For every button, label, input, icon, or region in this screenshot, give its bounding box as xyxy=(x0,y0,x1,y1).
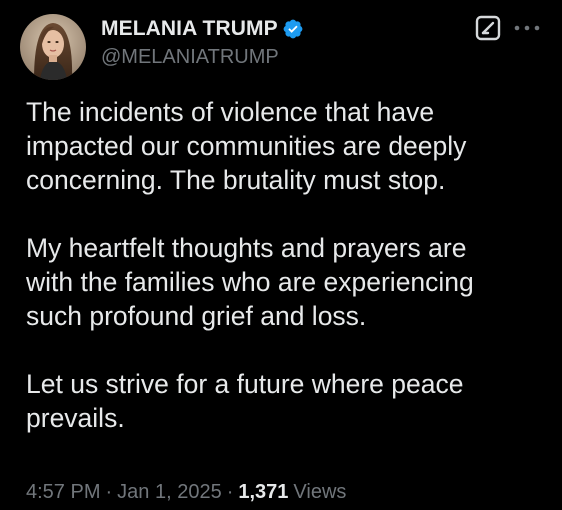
verified-badge-icon xyxy=(283,19,303,39)
display-name[interactable]: MELANIA TRUMP xyxy=(101,17,278,41)
tweet-text: The incidents of violence that have impa… xyxy=(26,95,546,435)
tweet-paragraph: Let us strive for a future where peace p… xyxy=(26,369,464,433)
grok-icon xyxy=(475,15,501,41)
tweet-date[interactable]: Jan 1, 2025 xyxy=(117,481,222,504)
profile-photo-icon xyxy=(20,14,86,80)
tweet-meta: 4:57 PM · Jan 1, 2025 · 1,371 Views xyxy=(26,481,346,504)
tweet-time[interactable]: 4:57 PM xyxy=(26,481,100,504)
author-handle[interactable]: @MELANIATRUMP xyxy=(101,46,279,69)
more-options-button[interactable] xyxy=(511,18,543,38)
tweet-paragraph: My heartfelt thoughts and prayers are wi… xyxy=(26,233,474,331)
views-label: Views xyxy=(293,481,347,503)
meta-separator: · xyxy=(226,481,234,503)
author-name-row: MELANIA TRUMP xyxy=(101,14,304,44)
tweet-card: MELANIA TRUMP @MELANIATRUMP The incident… xyxy=(0,0,562,510)
views-count: 1,371 xyxy=(238,481,289,503)
more-dots-icon xyxy=(514,25,540,31)
meta-separator: · xyxy=(105,481,113,503)
avatar[interactable] xyxy=(20,14,86,80)
grok-button[interactable] xyxy=(475,15,501,41)
tweet-paragraph: The incidents of violence that have impa… xyxy=(26,97,467,195)
